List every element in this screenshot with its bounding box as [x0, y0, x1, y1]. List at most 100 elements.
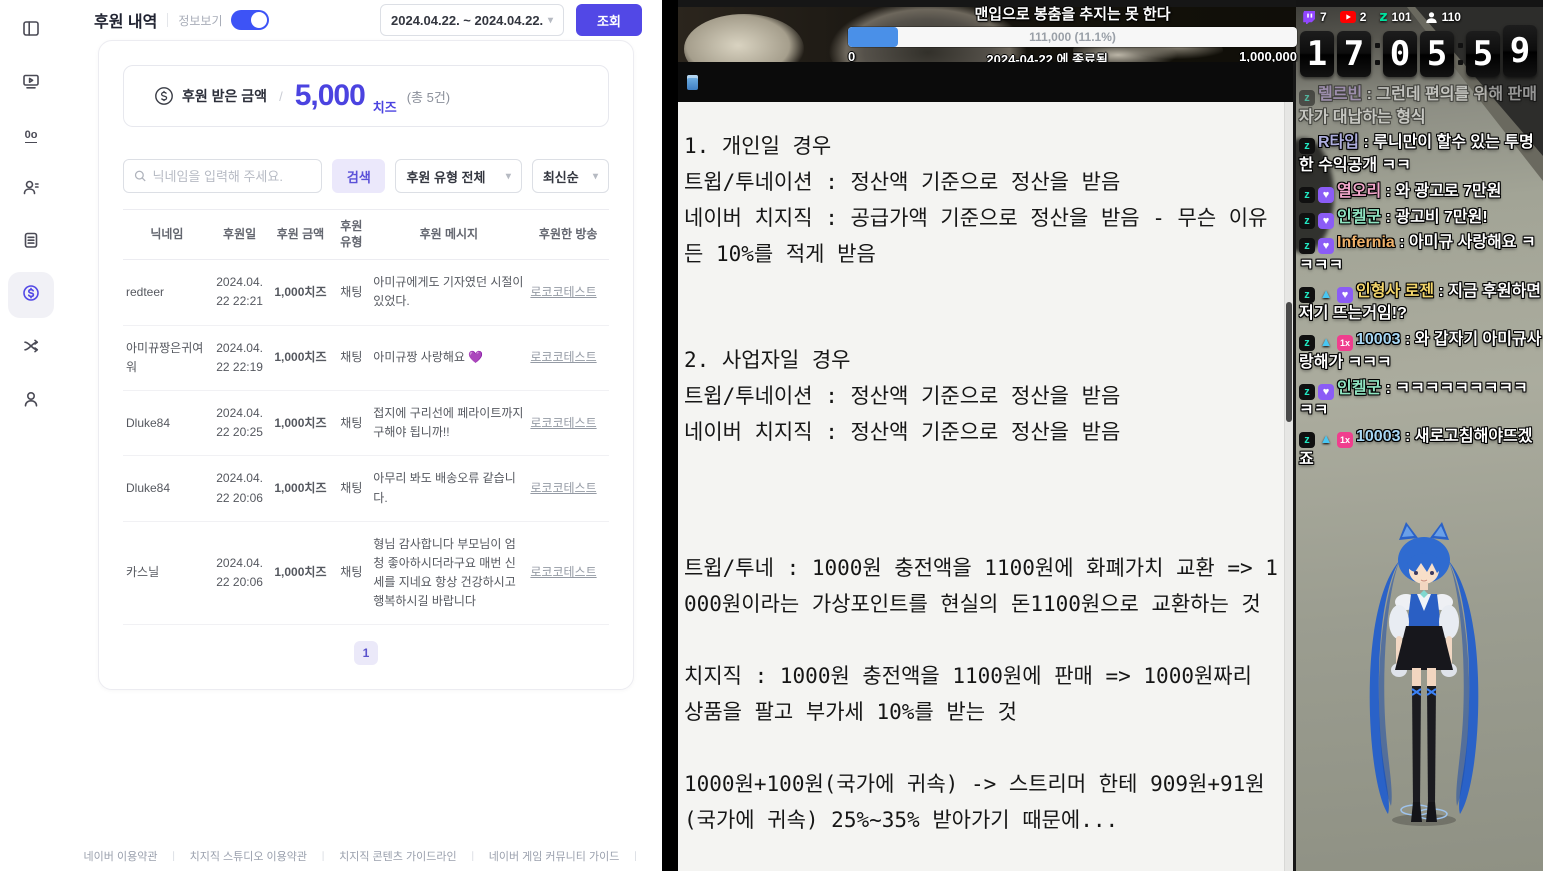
footer-separator: ㅣ [168, 851, 179, 863]
notepad-text[interactable]: 1. 개인일 경우 트윕/투네이션 : 정산액 기준으로 정산을 받음 네이버 … [678, 102, 1284, 871]
viewers-icon-wrap [1425, 11, 1438, 24]
timer-digit: 7 [1337, 30, 1371, 77]
footer-link[interactable]: 치지직 콘텐츠 가이드라인 [339, 848, 456, 864]
footer-link[interactable]: 네이버 이용약관 [84, 848, 158, 864]
cell-nickname: Dluke84 [123, 455, 211, 522]
stream-scene: 7 2 z 101 110 170559 z 렐르빈 : 그런데 편의를 위해 판매자가 … [1296, 0, 1543, 871]
cell-amount: 1,000치즈 [268, 325, 333, 391]
chat-message: z ▲ ♥ 인형사 로젠 : 지금 후원하면 저기 뜨는거임!? [1299, 282, 1542, 323]
chat-message: z ♥ 인켈군 : 광고비 7만원! [1299, 207, 1542, 230]
chat-username: 인형사 로젠 [1356, 282, 1435, 300]
notepad-titlebar[interactable] [678, 62, 1293, 102]
search-button[interactable]: 검색 [332, 159, 386, 193]
goal-labels: 0 2024-04-22 에 종료됨 1,000,000 [848, 49, 1297, 62]
date-range-value: 2024.04.22. ~ 2024.04.22. [391, 12, 544, 28]
chzzk-badge-icon: z [1299, 90, 1315, 106]
broadcast-link[interactable]: 로코코테스트 [530, 416, 596, 430]
info-view-toggle[interactable] [230, 10, 269, 30]
chat-message: z ▲ 1x 10003 : 와 갑자기 아미규사랑해가 ㅋㅋㅋ [1299, 331, 1542, 371]
scrollbar-thumb[interactable] [1286, 302, 1292, 422]
broadcast-link[interactable]: 로코코테스트 [530, 565, 596, 579]
table-header-cell: 후원일 [210, 208, 269, 261]
youtube-icon-wrap [1339, 11, 1356, 23]
donation-type-select[interactable]: 후원 유형 전체 ▾ [395, 159, 522, 193]
sidebar-item-contents[interactable] [8, 219, 54, 265]
heart-badge-icon: ♥ [1318, 212, 1334, 229]
triangle-badge-icon: ▲ [1319, 334, 1333, 350]
chat-username: Infernia [1337, 234, 1395, 252]
goal-start: 0 [848, 49, 856, 62]
cell-amount: 1,000치즈 [268, 521, 333, 626]
info-view-label: 정보보기 [178, 13, 223, 28]
cell-nickname: 카스닐 [123, 521, 211, 626]
type-select-value: 후원 유형 전체 [406, 169, 486, 185]
sidebar-item-stats[interactable]: 0o [8, 113, 54, 159]
goal-target: 1,000,000 [1239, 49, 1297, 62]
chat-username: 인켈군 [1337, 208, 1382, 226]
chzzk-icon-wrap: z [1379, 9, 1387, 25]
page-title: 후원 내역 [94, 14, 158, 31]
filter-row: 검색 후원 유형 전체 ▾ 최신순 ▾ [123, 159, 609, 193]
person-icon [21, 389, 41, 414]
cell-nickname: Dluke84 [123, 390, 211, 457]
cell-message: 형님 감사합니다 부모님이 엄청 좋아하시더라구요 매번 신세를 지네요 항상 … [370, 521, 528, 626]
chat-username: R타입 [1318, 134, 1359, 152]
platform-stat-youtube: 2 [1339, 10, 1366, 24]
timer-digit: 0 [1383, 30, 1417, 77]
notepad-paragraph: 1000원+100원(국가에 귀속) -> 스트리머 한테 909원+91원(국… [684, 772, 1265, 832]
triangle-badge-icon: ▲ [1319, 285, 1333, 301]
heart-badge-icon: ♥ [1318, 383, 1334, 400]
twitch-icon [1303, 11, 1315, 24]
chat-overlay: z 렐르빈 : 그런데 편의를 위해 판매자가 대납하는 형식 z R타입 : 루니만… [1299, 84, 1542, 475]
sidebar-item-revenue[interactable] [8, 272, 54, 318]
timer-colon [1457, 37, 1463, 71]
heart-badge-icon: ♥ [1318, 186, 1334, 203]
query-button[interactable]: 조회 [576, 4, 642, 36]
cell-nickname: 아미뀨짱은귀여워 [123, 325, 211, 391]
table-row: 아미뀨짱은귀여워 2024.04.22 22:19 1,000치즈 채팅 아미규짱 사랑… [123, 325, 609, 391]
chat-username: 렐르빈 [1318, 86, 1363, 103]
cell-broadcast: 로코코테스트 [527, 455, 609, 522]
shuffle-icon [21, 336, 41, 361]
table-row: Dluke84 2024.04.22 20:06 1,000치즈 채팅 아무리 봐도 배… [123, 455, 609, 522]
summary-card: 후원 받은 금액 / 5,000 치즈 (총 5건) [123, 65, 609, 127]
footer-link[interactable]: 치지직 스튜디오 이용약관 [190, 848, 307, 864]
chzzk-badge-icon: z [1299, 212, 1315, 229]
subscriber-badge-icon: 1x [1337, 335, 1353, 352]
table-row: 카스닐 2024.04.22 20:06 1,000치즈 채팅 형님 감사합니다 부모님… [123, 521, 609, 626]
footer-link[interactable]: 네이버 게임 커뮤니티 가이드 [489, 848, 620, 864]
search-box [123, 159, 323, 193]
timer-digit: 5 [1420, 30, 1454, 77]
broadcast-link[interactable]: 로코코테스트 [530, 350, 596, 364]
chat-username: 인켈군 [1337, 379, 1382, 397]
timer-digit: 9 [1503, 25, 1537, 77]
table-header-cell: 후원 메시지 [370, 208, 528, 261]
nickname-search-input[interactable] [152, 168, 312, 184]
sidebar-item-dashboard[interactable] [8, 7, 54, 53]
platform-stat-chzzk: z 101 [1379, 9, 1411, 25]
sort-select[interactable]: 최신순 ▾ [531, 159, 609, 193]
broadcast-link[interactable]: 로코코테스트 [530, 285, 596, 299]
notepad-scrollbar[interactable] [1284, 102, 1293, 871]
sidebar-item-community[interactable] [8, 166, 54, 212]
footer-separator: ㅣ [318, 851, 329, 863]
page-button[interactable]: 1 [354, 641, 378, 666]
sidebar-item-broadcast[interactable] [8, 60, 54, 106]
studio-sidebar: 0o [0, 0, 62, 871]
divider [167, 13, 169, 27]
cell-date: 2024.04.22 20:06 [210, 521, 269, 626]
sidebar-item-profile[interactable] [8, 378, 54, 424]
heart-badge-icon: ♥ [1318, 238, 1334, 255]
footer-links: 네이버 이용약관 ㅣ 치지직 스튜디오 이용약관 ㅣ 치지직 콘텐츠 가이드라인 ㅣ 네이버… [62, 848, 662, 864]
broadcast-link[interactable]: 로코코테스트 [530, 481, 596, 495]
timer-digit: 1 [1300, 30, 1334, 77]
donation-goal-widget: 맨입으로 봉춤을 추지는 못 한다 111,000 (11.1%) 0 2024… [848, 3, 1297, 62]
platform-stat-viewers: 110 [1425, 10, 1461, 24]
sidebar-item-shuffle[interactable] [8, 325, 54, 371]
cell-type: 채팅 [332, 455, 371, 522]
date-range-select[interactable]: 2024.04.22. ~ 2024.04.22. ▾ [380, 4, 564, 36]
chzzk-badge-icon: z [1299, 383, 1315, 400]
table-row: Dluke84 2024.04.22 20:25 1,000치즈 채팅 접지에 구리선에… [123, 390, 609, 457]
summary-unit: 치즈 [372, 100, 397, 115]
chat-message: z ▲ 1x 10003 : 새로고침해야뜨겠죠 [1299, 428, 1533, 468]
